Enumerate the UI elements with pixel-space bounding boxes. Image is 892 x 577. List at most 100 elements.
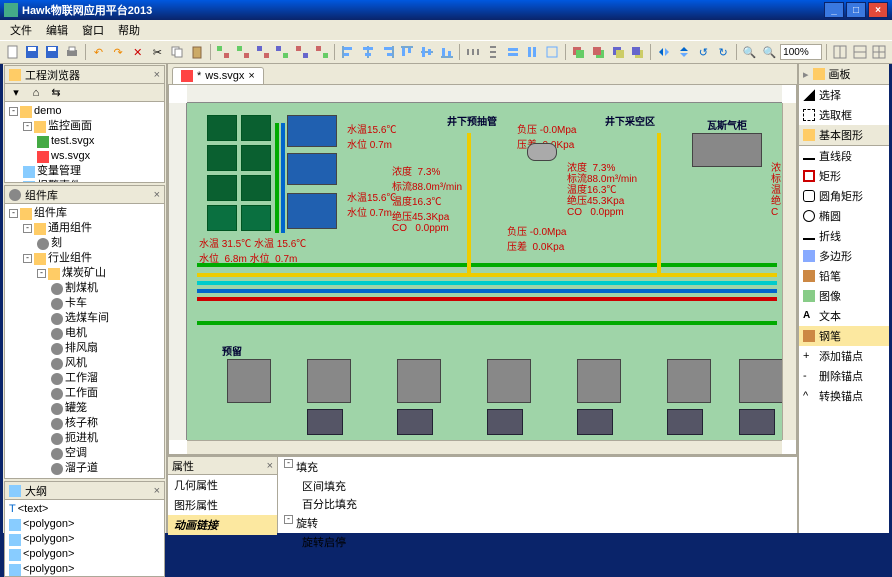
tool-align-l[interactable] <box>339 43 357 61</box>
prop-item[interactable]: 百分比填充 <box>278 495 797 513</box>
collapse-icon[interactable]: ▾ <box>7 84 25 102</box>
link-icon[interactable]: ⇆ <box>47 84 65 102</box>
tool-copy[interactable] <box>168 43 186 61</box>
folder-icon <box>813 68 825 80</box>
prop-group[interactable]: 图形属性 <box>168 495 277 515</box>
gear-icon <box>9 189 21 201</box>
tool-redo[interactable]: ↷ <box>109 43 127 61</box>
tool-flip-v[interactable] <box>675 43 693 61</box>
tool-save2[interactable] <box>43 43 61 61</box>
editor-tab[interactable]: *ws.svgx× <box>172 67 264 84</box>
tool-rrect[interactable]: 圆角矩形 <box>799 186 889 206</box>
palette-panel: ▸画板 选择 选取框 基本图形 直线段 矩形 圆角矩形 椭圆 折线 多边形 铅笔… <box>797 64 889 533</box>
tool-pen[interactable]: 钢笔 <box>799 326 889 346</box>
tool-z3[interactable] <box>609 43 627 61</box>
tab-close-icon[interactable]: × <box>248 70 254 82</box>
menu-file[interactable]: 文件 <box>4 20 38 40</box>
tool-flip-h[interactable] <box>655 43 673 61</box>
prop-item[interactable]: 区间填充 <box>278 477 797 495</box>
tool-cut[interactable]: ✂ <box>149 43 167 61</box>
tool-align-r[interactable] <box>379 43 397 61</box>
tool-z4[interactable] <box>629 43 647 61</box>
prop-group-selected[interactable]: 动画链接 <box>168 515 277 535</box>
components-tree[interactable]: -组件库 -通用组件 刻 -行业组件 -煤炭矿山 割煤机 卡车 选煤车间 电机 <box>5 204 164 478</box>
collapse-icon[interactable]: - <box>284 459 293 468</box>
tool-del-anchor[interactable]: -删除锚点 <box>799 366 889 386</box>
menu-help[interactable]: 帮助 <box>112 20 146 40</box>
tool-delete[interactable]: ✕ <box>129 43 147 61</box>
panel-close-icon[interactable]: × <box>267 460 273 472</box>
tool-same[interactable] <box>543 43 561 61</box>
close-button[interactable]: × <box>868 2 888 18</box>
tool-grid3[interactable] <box>870 43 888 61</box>
maximize-button[interactable]: □ <box>846 2 866 18</box>
tool-image[interactable]: 图像 <box>799 286 889 306</box>
tool-paste[interactable] <box>188 43 206 61</box>
outline-tree[interactable]: T<text> <polygon> <polygon> <polygon> <p… <box>5 500 164 576</box>
menu-edit[interactable]: 编辑 <box>40 20 74 40</box>
tool-group1[interactable] <box>215 43 233 61</box>
app-icon <box>4 3 18 17</box>
tool-z2[interactable] <box>589 43 607 61</box>
props-title: 属性 <box>172 458 194 474</box>
tool-rot-r[interactable]: ↻ <box>714 43 732 61</box>
tool-print[interactable] <box>63 43 81 61</box>
components-title: 组件库 <box>25 187 58 203</box>
canvas-wrap: 水温15.6℃ 水位 0.7m 井下预抽管 负压 -0.0Mpa 压差 0.0K… <box>168 84 797 455</box>
tool-undo[interactable]: ↶ <box>90 43 108 61</box>
panel-close-icon[interactable]: × <box>154 189 160 201</box>
tool-group3[interactable] <box>254 43 272 61</box>
zoom-input[interactable] <box>780 44 822 60</box>
tool-group6[interactable] <box>313 43 331 61</box>
panel-close-icon[interactable]: × <box>154 69 160 81</box>
tool-rect[interactable]: 矩形 <box>799 166 889 186</box>
tool-z1[interactable] <box>570 43 588 61</box>
tool-zoom-out[interactable]: 🔍 <box>761 43 779 61</box>
tool-grid2[interactable] <box>851 43 869 61</box>
tool-align-c[interactable] <box>359 43 377 61</box>
scrollbar-vertical[interactable] <box>782 103 796 440</box>
tool-text[interactable]: A文本 <box>799 306 889 326</box>
tool-zoom-in[interactable]: 🔍 <box>741 43 759 61</box>
project-panel: 工程浏览器× ▾⌂⇆ -demo -监控画面 test.svgx ws.svgx… <box>4 65 165 183</box>
tool-ellipse[interactable]: 椭圆 <box>799 206 889 226</box>
minimize-button[interactable]: _ <box>824 2 844 18</box>
tool-group4[interactable] <box>274 43 292 61</box>
home-icon[interactable]: ⌂ <box>27 84 45 102</box>
components-panel: 组件库× -组件库 -通用组件 刻 -行业组件 -煤炭矿山 割煤机 卡车 <box>4 185 165 479</box>
tool-line[interactable]: 直线段 <box>799 146 889 166</box>
tool-select[interactable]: 选择 <box>799 85 889 105</box>
tool-dist-v[interactable] <box>484 43 502 61</box>
tool-align-t[interactable] <box>398 43 416 61</box>
tool-group2[interactable] <box>234 43 252 61</box>
canvas[interactable]: 水温15.6℃ 水位 0.7m 井下预抽管 负压 -0.0Mpa 压差 0.0K… <box>187 103 782 440</box>
tool-align-b[interactable] <box>438 43 456 61</box>
outline-title: 大纲 <box>25 483 47 499</box>
tool-add-anchor[interactable]: +添加锚点 <box>799 346 889 366</box>
tool-group5[interactable] <box>293 43 311 61</box>
collapse-icon[interactable]: - <box>284 515 293 524</box>
menubar: 文件 编辑 窗口 帮助 <box>0 20 892 40</box>
mid-column: *ws.svgx× 水温15.6℃ 水位 0.7m 井 <box>168 64 797 533</box>
tool-rot-l[interactable]: ↺ <box>695 43 713 61</box>
scrollbar-horizontal[interactable] <box>187 440 782 454</box>
prop-group[interactable]: 几何属性 <box>168 475 277 495</box>
tool-grid1[interactable] <box>831 43 849 61</box>
tool-same-h[interactable] <box>523 43 541 61</box>
tool-pencil[interactable]: 铅笔 <box>799 266 889 286</box>
tool-conv-anchor[interactable]: ^转换锚点 <box>799 386 889 406</box>
file-icon <box>181 70 193 82</box>
tool-dist-h[interactable] <box>464 43 482 61</box>
folder-icon <box>803 129 815 141</box>
tool-new[interactable] <box>4 43 22 61</box>
panel-close-icon[interactable]: × <box>154 485 160 497</box>
menu-window[interactable]: 窗口 <box>76 20 110 40</box>
tool-save[interactable] <box>24 43 42 61</box>
tool-polyline[interactable]: 折线 <box>799 226 889 246</box>
tool-polygon[interactable]: 多边形 <box>799 246 889 266</box>
tool-same-w[interactable] <box>504 43 522 61</box>
project-tree[interactable]: -demo -监控画面 test.svgx ws.svgx 变量管理 报警事件 … <box>5 102 164 182</box>
tool-marquee[interactable]: 选取框 <box>799 105 889 125</box>
left-column: 工程浏览器× ▾⌂⇆ -demo -监控画面 test.svgx ws.svgx… <box>3 64 168 533</box>
tool-align-m[interactable] <box>418 43 436 61</box>
